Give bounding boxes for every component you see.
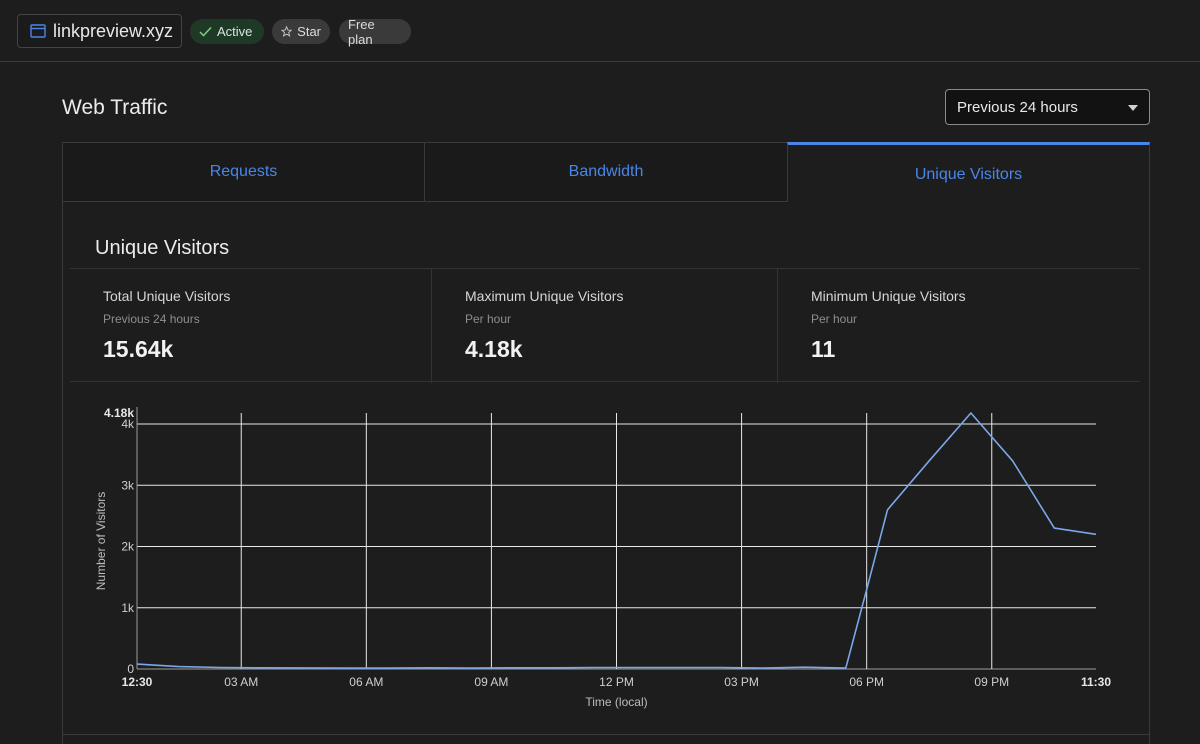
stat-sublabel: Previous 24 hours	[103, 312, 200, 326]
tab-requests[interactable]: Requests	[62, 142, 425, 202]
x-axis-title: Time (local)	[585, 695, 647, 709]
top-bar: linkpreview.xyz Active Star Free plan	[0, 0, 1200, 62]
stat-label: Minimum Unique Visitors	[811, 288, 966, 304]
stats-row: Total Unique Visitors Previous 24 hours …	[70, 268, 1140, 383]
tab-unique-visitors[interactable]: Unique Visitors	[787, 142, 1150, 202]
check-icon	[199, 26, 212, 37]
y-tick-label: 3k	[121, 478, 135, 492]
plan-label: Free plan	[348, 16, 375, 47]
y-axis-title: Number of Visitors	[94, 492, 108, 590]
x-tick-label: 12:30	[122, 675, 153, 689]
time-range-select[interactable]: Previous 24 hours	[945, 89, 1150, 125]
page-title: Web Traffic	[62, 96, 168, 119]
x-tick-label: 09 PM	[974, 675, 1009, 689]
stat-max-visitors: Maximum Unique Visitors Per hour 4.18k	[432, 269, 778, 383]
stat-sublabel: Per hour	[811, 312, 858, 326]
y-tick-label: 1k	[121, 601, 135, 615]
section-title: Unique Visitors	[95, 237, 230, 259]
plan-badge[interactable]: Free plan	[339, 16, 411, 47]
x-tick-label: 06 PM	[849, 675, 884, 689]
stat-label: Total Unique Visitors	[103, 288, 231, 304]
star-button[interactable]: Star	[272, 19, 330, 44]
star-label: Star	[297, 24, 321, 39]
stat-sublabel: Per hour	[465, 312, 512, 326]
stat-value: 15.64k	[103, 336, 174, 362]
time-range-value: Previous 24 hours	[957, 98, 1078, 116]
stat-min-visitors: Minimum Unique Visitors Per hour 11	[778, 269, 1140, 383]
x-tick-label: 09 AM	[474, 675, 508, 689]
y-tick-label: 0	[127, 662, 134, 676]
x-tick-label: 03 PM	[724, 675, 759, 689]
star-icon	[281, 25, 293, 37]
x-tick-label: 06 AM	[349, 675, 383, 689]
stat-total-visitors: Total Unique Visitors Previous 24 hours …	[70, 269, 432, 383]
traffic-tabs: Requests Bandwidth Unique Visitors	[62, 142, 1150, 202]
stat-label: Maximum Unique Visitors	[465, 288, 624, 304]
stat-value: 11	[811, 336, 836, 362]
status-badge: Active	[190, 19, 264, 44]
tab-bandwidth[interactable]: Bandwidth	[424, 142, 788, 202]
x-tick-label: 11:30	[1081, 675, 1111, 689]
x-tick-label: 03 AM	[224, 675, 258, 689]
caret-down-icon	[1128, 105, 1138, 111]
status-label: Active	[217, 24, 253, 39]
panel-divider	[62, 734, 1150, 735]
x-tick-label: 12 PM	[599, 675, 634, 689]
domain-name: linkpreview.xyz	[53, 20, 174, 41]
browser-window-icon	[30, 24, 46, 38]
domain-selector[interactable]: linkpreview.xyz	[17, 14, 182, 48]
y-tick-label: 2k	[121, 540, 135, 554]
visitors-line-chart: 01k2k3k4k4.18k12:30 03 AM 06 AM 09 AM 12 PM 0…	[94, 406, 1111, 709]
y-tick-label: 4.18k	[104, 406, 134, 420]
stat-value: 4.18k	[465, 336, 523, 362]
